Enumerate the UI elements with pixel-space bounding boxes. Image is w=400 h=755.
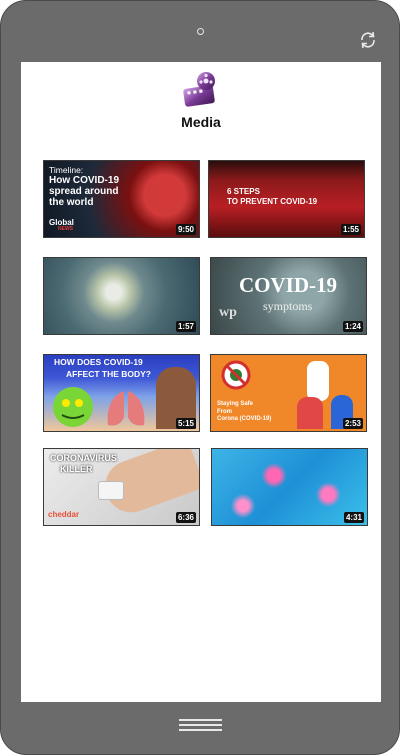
video-thumbnail[interactable]: CORONAVIRUS KILLER cheddar 6:36 [43,448,200,526]
home-icon[interactable] [179,719,222,733]
video-caption: Corona (COVID-19) [217,416,272,422]
phone-frame: Media Timeline: How COVID-19 spread arou… [0,0,400,755]
duration-badge: 1:24 [342,321,363,332]
video-caption: How COVID-19 [49,175,120,186]
video-caption: Staying Safe [217,401,254,407]
video-caption: KILLER [60,464,93,474]
video-thumbnail[interactable]: HOW DOES COVID-19 AFFECT THE BODY? 5:15 [43,354,200,432]
page-title: Media [181,114,221,130]
duration-badge: 1:55 [340,224,361,235]
duration-badge: 1:57 [175,321,196,332]
video-caption: From [217,409,232,415]
video-caption: Timeline: [49,165,84,175]
video-thumbnail[interactable]: Timeline: How COVID-19 spread around the… [43,160,200,238]
video-caption: CORONAVIRUS [50,453,117,463]
video-thumbnail[interactable]: 6 STEPS TO PREVENT COVID-19 1:55 [208,160,365,238]
video-thumbnail[interactable]: 4:31 [211,448,368,526]
duration-badge: 5:15 [175,418,196,429]
lungs-icon [107,391,145,426]
video-caption: symptoms [263,299,313,313]
video-thumbnail[interactable]: 1:57 [43,257,200,335]
rotate-icon[interactable] [359,31,377,49]
video-caption: TO PREVENT COVID-19 [227,197,318,206]
video-caption: AFFECT THE BODY? [66,369,151,379]
video-thumbnail[interactable]: Staying Safe From Corona (COVID-19) 2:53 [210,354,367,432]
app-screen: Media Timeline: How COVID-19 spread arou… [21,62,381,702]
channel-logo-sub: NEWS [58,226,73,232]
channel-logo: cheddar [48,510,80,519]
video-thumbnail[interactable]: COVID-19 symptoms wp 1:24 [210,257,367,335]
video-caption: the world [49,197,94,208]
film-reel-icon [183,72,215,107]
duration-badge: 2:53 [342,418,363,429]
duration-badge: 6:36 [175,512,196,523]
virus-character-icon [53,387,93,427]
no-virus-icon [221,360,251,390]
video-caption: 6 STEPS [227,187,260,196]
video-caption: spread around [49,186,119,197]
channel-logo: wp [219,305,237,320]
video-caption: HOW DOES COVID-19 [54,357,143,367]
video-caption: COVID-19 [239,273,337,297]
duration-badge: 4:31 [343,512,364,523]
duration-badge: 9:50 [175,224,196,235]
camera-icon [197,28,204,35]
